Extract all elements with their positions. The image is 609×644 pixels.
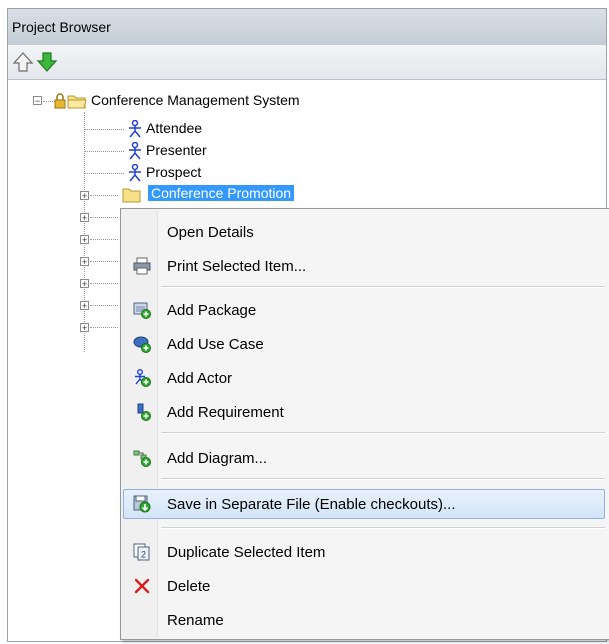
tree-item-actor-prospect[interactable]: Prospect [84,162,284,184]
menu-item-label: Add Diagram... [167,450,268,467]
menu-item-label: Print Selected Item... [167,258,307,275]
save-icon [133,495,151,513]
menu-item-add-use-case[interactable]: Add Use Case [123,329,605,359]
expand-icon[interactable]: + [80,301,89,311]
printer-icon [133,257,151,275]
menu-item-duplicate[interactable]: 2 Duplicate Selected Item [123,537,605,567]
menu-item-label: Save in Separate File (Enable checkouts)… [167,496,456,513]
duplicate-icon: 2 [133,543,150,561]
tree-item-label: Attendee [146,120,203,136]
menu-item-delete[interactable]: Delete [123,571,605,601]
svg-text:2: 2 [141,550,146,560]
add-package-icon [133,302,151,319]
tree-item-actor-attendee[interactable]: Attendee [84,118,284,140]
expand-icon[interactable]: + [80,323,89,333]
tree-item-actor-presenter[interactable]: Presenter [84,140,284,162]
package-folder-icon [67,95,87,109]
context-menu: Open Details Print Selected Item... Add … [120,208,609,640]
menu-item-add-package[interactable]: Add Package [123,295,605,325]
tree-root-row[interactable]: − Conference Management System [33,90,453,112]
actor-icon [129,120,141,138]
menu-item-label: Duplicate Selected Item [167,544,326,561]
package-folder-icon [122,188,141,203]
menu-separator [161,286,605,288]
expand-icon[interactable]: + [80,235,89,245]
add-diagram-icon [133,450,151,467]
menu-item-save-separate-file[interactable]: Save in Separate File (Enable checkouts)… [123,489,605,519]
menu-item-add-actor[interactable]: Add Actor [123,363,605,393]
expand-icon[interactable]: + [80,213,89,223]
menu-item-label: Open Details [167,224,254,241]
menu-item-label: Add Package [167,302,257,319]
tree-item-label: Presenter [146,142,207,158]
menu-separator [161,478,605,480]
menu-item-open-details[interactable]: Open Details [123,217,605,247]
menu-item-rename[interactable]: Rename [123,605,605,635]
tree-item-package-selected[interactable]: + Conference Promotion [78,184,338,206]
expand-icon[interactable]: + [80,191,89,201]
menu-separator [161,432,605,434]
add-use-case-icon [133,336,151,353]
menu-item-label: Add Use Case [167,336,264,353]
actor-icon [129,142,141,160]
add-requirement-icon [137,403,151,421]
down-arrow-icon[interactable] [36,51,58,73]
lock-icon [54,93,66,109]
tree-item-label: Prospect [146,164,202,180]
tree-item-label-selected: Conference Promotion [148,185,295,201]
actor-icon [129,164,141,182]
add-actor-icon [135,369,151,387]
window-title: Project Browser [12,19,111,35]
menu-item-label: Delete [167,578,211,595]
expand-icon[interactable]: + [80,257,89,267]
up-arrow-icon[interactable] [12,51,34,73]
toolbar [8,45,606,80]
collapse-icon[interactable]: − [33,96,42,106]
expand-icon[interactable]: + [80,279,89,289]
tree-root-label: Conference Management System [91,92,300,108]
menu-item-add-diagram[interactable]: Add Diagram... [123,443,605,473]
menu-separator [161,527,605,529]
menu-item-add-requirement[interactable]: Add Requirement [123,397,605,427]
menu-item-label: Add Requirement [167,404,284,421]
menu-item-label: Rename [167,612,224,629]
title-bar: Project Browser [8,9,606,46]
delete-icon [134,578,150,594]
menu-item-print-selected[interactable]: Print Selected Item... [123,251,605,281]
menu-item-label: Add Actor [167,370,233,387]
